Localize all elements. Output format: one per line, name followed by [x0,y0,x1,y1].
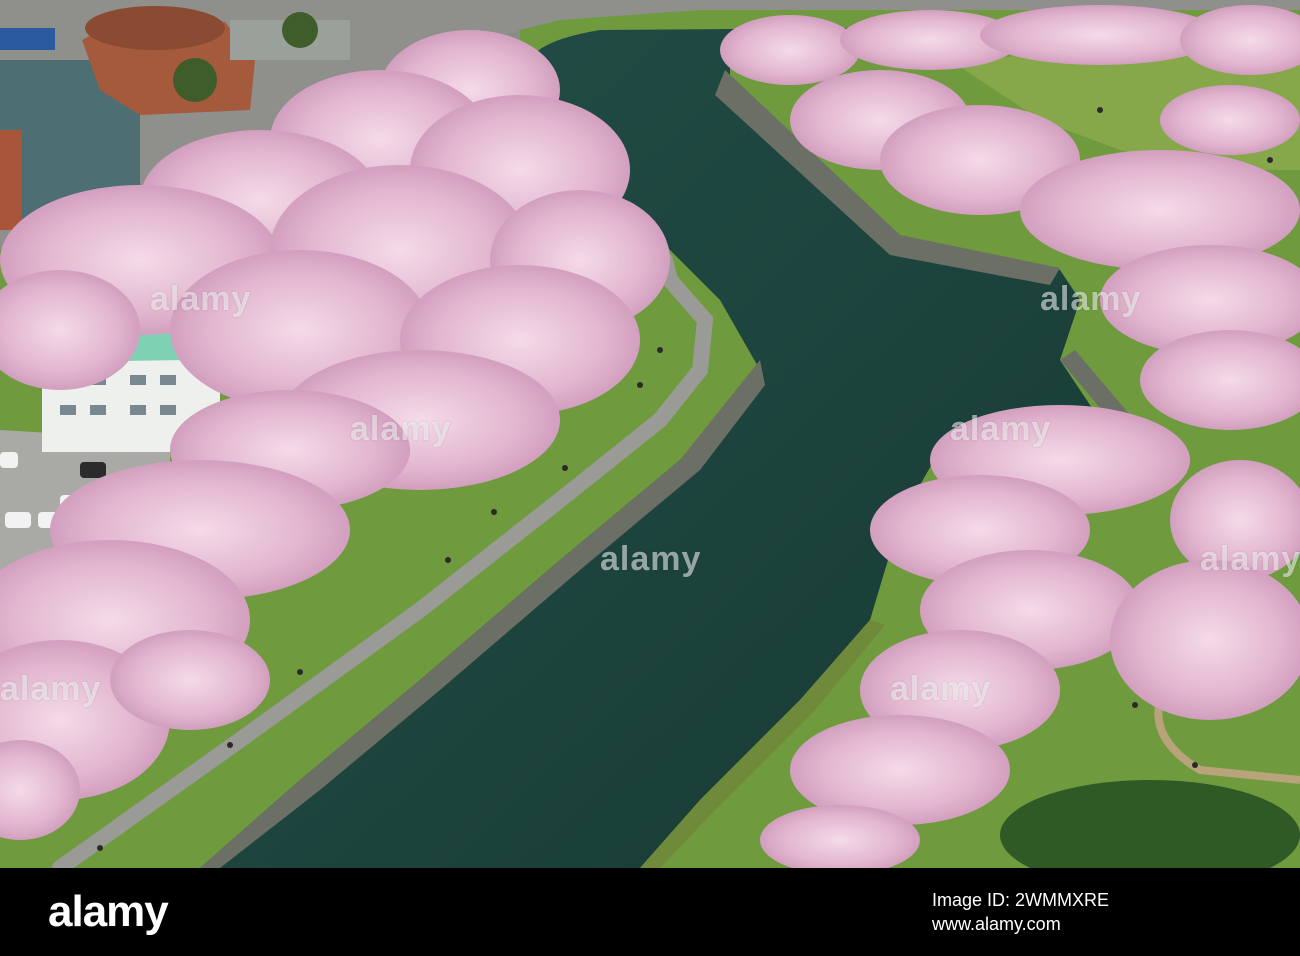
watermark: alamy [0,670,102,708]
brick-wall [0,130,22,230]
site-url-text: www.alamy.com [932,914,1061,934]
alamy-logo: alamy [48,887,169,936]
watermark: alamy [150,280,252,318]
stock-footer-bar: alamy Image ID: 2WMMXRE www.alamy.com [0,868,1300,956]
solar-panels [0,28,55,50]
image-info: Image ID: 2WMMXRE www.alamy.com [932,888,1272,936]
image-id-text: Image ID: 2WMMXRE [932,890,1110,910]
aerial-photo: alamy alamy alamy alamy alamy alamy alam… [0,0,1300,868]
watermark: alamy [950,410,1052,448]
watermark: alamy [350,410,452,448]
photo-scene [0,0,1300,868]
watermark: alamy [890,670,992,708]
pine-tree [173,58,217,102]
watermark: alamy [1200,540,1300,578]
watermark: alamy [1040,280,1142,318]
watermark: alamy [600,540,702,578]
